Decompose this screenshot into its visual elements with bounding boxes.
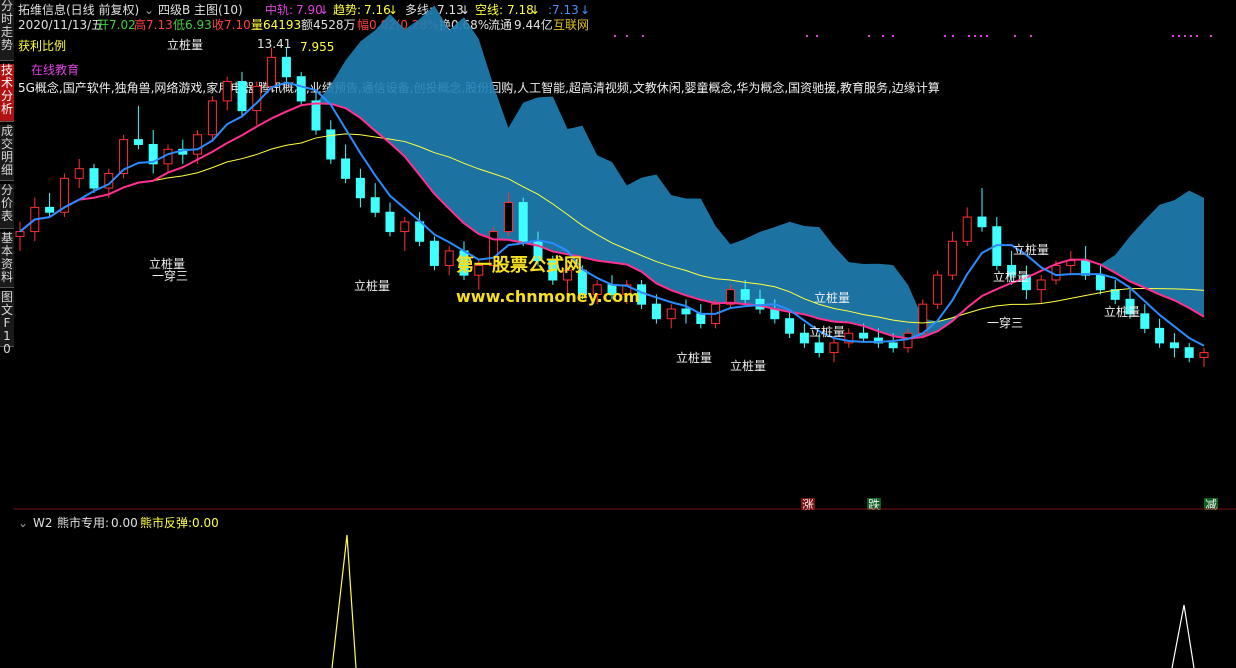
candlestick-chart[interactable]: 立桩量立桩量立桩量立桩量立桩量立桩量立桩量立桩量立桩量立桩量一穿三一穿三涨跌减	[14, 0, 1236, 510]
candle-body	[1169, 342, 1179, 349]
candle-body	[503, 202, 513, 233]
candle-body	[296, 76, 306, 102]
candle-body	[444, 250, 454, 266]
candle-body	[74, 168, 84, 179]
signal-dot	[974, 35, 976, 37]
candle-body	[651, 303, 661, 320]
signal-dot	[1196, 35, 1198, 37]
lizhuangliang-label: 立桩量	[167, 37, 203, 52]
watermark-url: www.chnmoney.com	[456, 287, 640, 306]
candle-body	[947, 240, 957, 276]
bear-rebound-spike	[331, 534, 357, 668]
candle-body	[193, 134, 203, 155]
side-tab-0[interactable]: 分时走势	[0, 0, 14, 61]
candle-body	[400, 221, 410, 233]
candle-body	[903, 332, 913, 349]
signal-dot	[980, 35, 982, 37]
watermark-title: 第一股票公式网	[456, 255, 582, 276]
signal-dot	[944, 35, 946, 37]
candle-body	[89, 168, 99, 189]
zhang-tag: 涨	[802, 497, 814, 510]
candle-body	[281, 56, 291, 78]
candle-body	[1140, 313, 1150, 329]
side-tab-4[interactable]: 基本资料	[0, 232, 14, 288]
die-tag: 跌	[868, 497, 880, 510]
signal-dot	[1184, 35, 1186, 37]
signal-dot	[1178, 35, 1180, 37]
candle-body	[207, 100, 217, 136]
candle-body	[977, 216, 987, 228]
candle-body	[341, 158, 351, 179]
sub-indicator-chart[interactable]	[14, 513, 1236, 668]
candle-body	[385, 211, 395, 233]
candle-body	[133, 139, 143, 145]
side-tab-1[interactable]: 技术分析	[0, 64, 14, 122]
lizhuangliang-label: 立桩量	[814, 290, 850, 305]
signal-dot	[986, 35, 988, 37]
candle-body	[1155, 327, 1165, 344]
candle-body	[1199, 352, 1209, 358]
lizhuangliang-label: 立桩量	[354, 278, 390, 293]
jian-tag: 减	[1205, 498, 1217, 510]
signal-dot	[882, 35, 884, 37]
bear-only-spike	[1171, 604, 1195, 668]
candle-body	[429, 240, 439, 266]
candle-body	[799, 332, 809, 344]
signal-dot	[892, 35, 894, 37]
candle-body	[1036, 279, 1046, 291]
candle-body	[785, 318, 795, 334]
candle-body	[45, 206, 55, 213]
signal-dot	[1210, 35, 1212, 37]
yiyasan-label: 一穿三	[152, 268, 188, 283]
signal-dot	[1030, 35, 1032, 37]
candle-body	[740, 289, 750, 300]
lizhuangliang-label: 立桩量	[993, 269, 1029, 284]
signal-dot	[626, 35, 628, 37]
lizhuangliang-label: 立桩量	[1013, 242, 1049, 257]
candle-body	[696, 313, 706, 325]
side-tab-5[interactable]: 图文F10	[0, 291, 14, 356]
candle-body	[370, 197, 380, 213]
signal-dot	[868, 35, 870, 37]
signal-dot	[816, 35, 818, 37]
candle-body	[267, 56, 277, 87]
candle-body	[237, 81, 247, 112]
signal-dot	[806, 35, 808, 37]
lizhuangliang-label: 立桩量	[809, 324, 845, 339]
candle-body	[1184, 347, 1194, 358]
candle-body	[933, 274, 943, 305]
candle-body	[355, 177, 365, 199]
signal-dot	[952, 35, 954, 37]
side-tab-3[interactable]: 分价表	[0, 184, 14, 229]
signal-dot	[642, 35, 644, 37]
marker-dots	[614, 35, 1212, 37]
candle-body	[326, 129, 336, 160]
lizhuangliang-label: 立桩量	[676, 350, 712, 365]
candle-body	[829, 342, 839, 354]
candle-body	[814, 342, 824, 354]
signal-dot	[1172, 35, 1174, 37]
yiyasan-label: 一穿三	[987, 315, 1023, 330]
candle-body	[15, 231, 25, 237]
lizhuangliang-label: 立桩量	[730, 358, 766, 373]
candle-body	[681, 308, 691, 315]
candle-body	[222, 81, 232, 102]
candle-body	[1095, 274, 1105, 291]
candle-body	[518, 202, 528, 242]
candle-body	[962, 216, 972, 242]
candle-body	[918, 303, 928, 334]
signal-dot	[614, 35, 616, 37]
side-tab-2[interactable]: 成交明细	[0, 125, 14, 181]
candle-body	[666, 308, 676, 320]
candle-body	[1081, 260, 1091, 276]
signal-dot	[968, 35, 970, 37]
lizhuangliang-label: 立桩量	[1104, 304, 1140, 319]
signal-dot	[1190, 35, 1192, 37]
side-tab-bar: 分时走势技术分析成交明细分价表基本资料图文F10	[0, 0, 14, 356]
candle-body	[888, 342, 898, 349]
signal-dot	[1014, 35, 1016, 37]
candle-body	[859, 332, 869, 339]
candle-body	[311, 100, 321, 131]
